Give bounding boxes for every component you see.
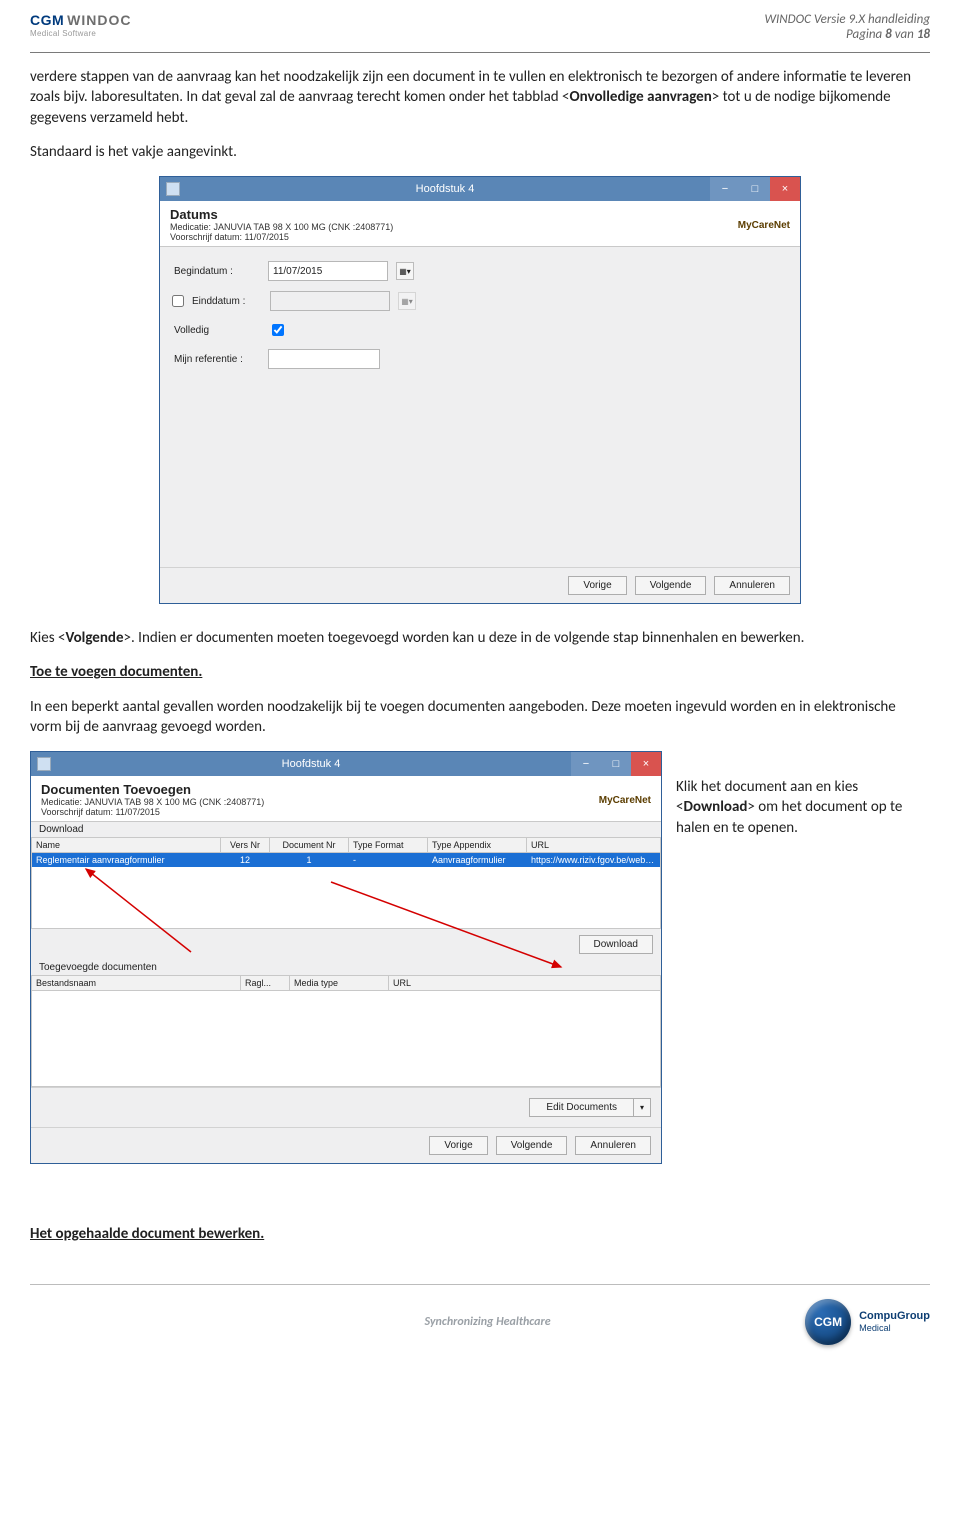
referentie-input[interactable] [268, 349, 380, 369]
prescription-date-line: Voorschrijf datum: 11/07/2015 [170, 232, 790, 242]
volgende-button[interactable]: Volgende [635, 576, 707, 595]
group-toegevoegde: Toegevoegde documenten [31, 960, 661, 975]
table-row[interactable]: Reglementair aanvraagformulier 12 1 - Aa… [32, 853, 660, 867]
manual-title: WINDOC Versie 9.X handleiding [764, 12, 930, 27]
col-url[interactable]: URL [527, 838, 660, 852]
label-einddatum: Einddatum : [192, 296, 262, 307]
close-button[interactable]: × [631, 752, 661, 776]
app-icon [37, 757, 51, 771]
cgm-circle-icon: CGM [805, 1299, 851, 1345]
heading-bewerken: Het opgehaalde document bewerken. [30, 1224, 930, 1244]
minimize-button[interactable]: − [710, 177, 740, 201]
app-icon [166, 182, 180, 196]
col-type-format[interactable]: Type Format [349, 838, 428, 852]
page-number: Pagina 8 van 18 [764, 27, 930, 42]
prescription-date-line: Voorschrijf datum: 11/07/2015 [41, 807, 651, 817]
calendar-icon[interactable]: ▦▾ [396, 262, 414, 280]
volledig-checkbox[interactable] [272, 324, 284, 336]
mycarenet-logo: MyCareNet [599, 795, 651, 806]
dialog-heading: Datums [170, 207, 790, 222]
paragraph-1: verdere stappen van de aanvraag kan het … [30, 67, 930, 128]
heading-toe-te-voegen: Toe te voegen documenten. [30, 662, 930, 682]
logo-sub: Medical Software [30, 29, 132, 38]
panel-head: Documenten Toevoegen Medicatie: JANUVIA … [31, 776, 661, 822]
titlebar[interactable]: Hoofdstuk 4 − □ × [160, 177, 800, 201]
window-title: Hoofdstuk 4 [51, 758, 571, 770]
medication-line: Medicatie: JANUVIA TAB 98 X 100 MG (CNK … [41, 797, 651, 807]
logo-windoc: WINDOC [67, 12, 131, 28]
cgm-text: CompuGroupMedical [859, 1310, 930, 1334]
grid-header: Name Vers Nr Document Nr Type Format Typ… [32, 838, 660, 853]
annuleren-button[interactable]: Annuleren [575, 1136, 651, 1155]
col-vers[interactable]: Vers Nr [221, 838, 270, 852]
begindatum-input[interactable]: 11/07/2015 [268, 261, 388, 281]
titlebar[interactable]: Hoofdstuk 4 − □ × [31, 752, 661, 776]
logo-cgm: CGM [30, 12, 64, 28]
medication-line: Medicatie: JANUVIA TAB 98 X 100 MG (CNK … [170, 222, 790, 232]
col-url[interactable]: URL [389, 976, 660, 990]
paragraph-3: Kies <Volgende>. Indien er documenten mo… [30, 628, 930, 648]
footer-tagline: Synchronizing Healthcare [170, 1315, 805, 1329]
label-volledig: Volledig [174, 325, 260, 336]
cgm-badge: CGM CompuGroupMedical [805, 1299, 930, 1345]
edit-documents-button[interactable]: Edit Documents [529, 1098, 634, 1117]
paragraph-4: In een beperkt aantal gevallen worden no… [30, 697, 930, 738]
vorige-button[interactable]: Vorige [429, 1136, 487, 1155]
dialog-datums: Hoofdstuk 4 − □ × Datums Medicatie: JANU… [159, 176, 801, 604]
download-button[interactable]: Download [579, 935, 653, 954]
header-right: WINDOC Versie 9.X handleiding Pagina 8 v… [764, 12, 930, 42]
group-download: Download [31, 822, 661, 837]
einddatum-input [270, 291, 390, 311]
download-grid: Name Vers Nr Document Nr Type Format Typ… [31, 837, 661, 929]
col-bestandsnaam[interactable]: Bestandsnaam [32, 976, 241, 990]
maximize-button[interactable]: □ [601, 752, 631, 776]
logo: CGMWINDOC Medical Software [30, 12, 132, 38]
button-row: Vorige Volgende Annuleren [31, 1127, 661, 1163]
label-begindatum: Begindatum : [174, 266, 260, 277]
label-referentie: Mijn referentie : [174, 354, 260, 365]
col-docnr[interactable]: Document Nr [270, 838, 349, 852]
close-button[interactable]: × [770, 177, 800, 201]
mycarenet-logo: MyCareNet [738, 220, 790, 231]
attached-grid: Bestandsnaam Ragl... Media type URL [31, 975, 661, 1087]
col-ragl[interactable]: Ragl... [241, 976, 290, 990]
panel-head: Datums Medicatie: JANUVIA TAB 98 X 100 M… [160, 201, 800, 247]
col-type-appendix[interactable]: Type Appendix [428, 838, 527, 852]
button-row: Vorige Volgende Annuleren [160, 567, 800, 603]
minimize-button[interactable]: − [571, 752, 601, 776]
doc-header: CGMWINDOC Medical Software WINDOC Versie… [0, 0, 960, 48]
col-name[interactable]: Name [32, 838, 221, 852]
footer: Synchronizing Healthcare CGM CompuGroupM… [0, 1285, 960, 1365]
einddatum-checkbox[interactable] [172, 295, 184, 307]
dialog-documenten-toevoegen: Hoofdstuk 4 − □ × Documenten Toevoegen M… [30, 751, 662, 1164]
volgende-button[interactable]: Volgende [496, 1136, 568, 1155]
grid-header: Bestandsnaam Ragl... Media type URL [32, 976, 660, 991]
annuleren-button[interactable]: Annuleren [714, 576, 790, 595]
vorige-button[interactable]: Vorige [568, 576, 626, 595]
window-title: Hoofdstuk 4 [180, 183, 710, 195]
calendar-icon: ▦▾ [398, 292, 416, 310]
dialog-heading: Documenten Toevoegen [41, 782, 651, 797]
paragraph-2: Standaard is het vakje aangevinkt. [30, 142, 930, 162]
edit-documents-dropdown[interactable]: ▾ [634, 1098, 651, 1117]
side-note: Klik het document aan en kies <Download>… [676, 751, 930, 838]
maximize-button[interactable]: □ [740, 177, 770, 201]
col-media-type[interactable]: Media type [290, 976, 389, 990]
